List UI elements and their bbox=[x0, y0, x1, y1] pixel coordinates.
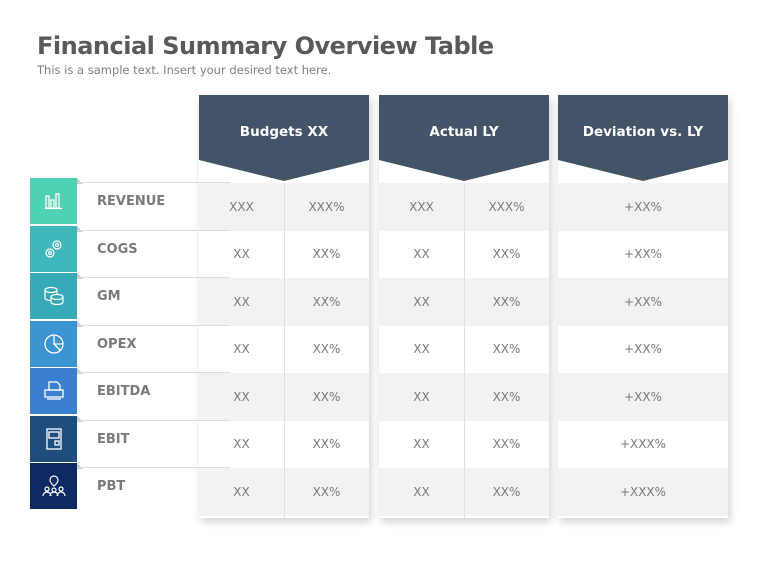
row-label-gm: GM bbox=[30, 273, 230, 320]
gears-icon bbox=[30, 225, 77, 272]
cell-budget-pct: XX% bbox=[284, 373, 369, 421]
fold-corner bbox=[77, 368, 83, 374]
fold-corner bbox=[77, 178, 83, 184]
cell-actual-value: XX bbox=[379, 373, 464, 421]
cell-budget-pct: XX% bbox=[284, 278, 369, 326]
row-separator bbox=[77, 182, 230, 183]
column-deviation: Deviation vs. LY +XX% +XX% +XX% +XX% +XX% +XXX… bbox=[558, 95, 728, 518]
column-actual: Actual LY XXX XXX% XX XX% XX XX% XX XX% XX XX% XX XX… bbox=[379, 95, 549, 518]
column-divider bbox=[464, 183, 465, 518]
row-label-ebit: EBIT bbox=[30, 415, 230, 463]
cell-deviation: +XX% bbox=[624, 247, 662, 262]
row-separator bbox=[77, 467, 230, 468]
fold-corner bbox=[77, 273, 83, 279]
row-label: REVENUE bbox=[97, 194, 166, 209]
cell-actual-value: XX bbox=[413, 437, 430, 452]
cell-actual-pct: XX% bbox=[492, 437, 521, 452]
row-label: PBT bbox=[97, 479, 126, 494]
row-label: EBITDA bbox=[97, 384, 151, 399]
page-title: Financial Summary Overview Table bbox=[37, 32, 494, 60]
cell-actual-pct: XXX% bbox=[464, 183, 549, 231]
coins-icon bbox=[30, 273, 77, 319]
cell-deviation: +XX% bbox=[558, 183, 728, 231]
fold-corner bbox=[77, 463, 83, 469]
cell-deviation: +XX% bbox=[558, 278, 728, 326]
cell-budget-value: XX bbox=[199, 373, 284, 421]
row-separator bbox=[77, 419, 230, 421]
row-label: OPEX bbox=[97, 336, 137, 352]
team-location-icon bbox=[30, 463, 77, 509]
document-icon bbox=[30, 415, 77, 462]
row-label: GM bbox=[97, 289, 121, 304]
row-label: COGS bbox=[97, 241, 138, 257]
cell-actual-value: XX bbox=[413, 247, 430, 262]
cell-budget-value: XX bbox=[199, 468, 284, 516]
cell-actual-pct: XX% bbox=[492, 247, 521, 262]
cell-budget-value: XX bbox=[233, 247, 250, 262]
cell-budget-value: XX bbox=[233, 437, 250, 452]
cell-budget-value: XXX bbox=[199, 183, 284, 231]
cell-actual-pct: XX% bbox=[492, 342, 521, 357]
row-separator bbox=[77, 324, 230, 326]
cell-actual-pct: XX% bbox=[464, 468, 549, 516]
cell-actual-value: XX bbox=[379, 278, 464, 326]
pie-chart-icon bbox=[30, 320, 77, 367]
column-header-label: Deviation vs. LY bbox=[582, 124, 704, 140]
cell-actual-value: XXX bbox=[379, 183, 464, 231]
row-separator bbox=[77, 229, 230, 231]
cell-actual-value: XX bbox=[379, 468, 464, 516]
row-label-pbt: PBT bbox=[30, 463, 230, 510]
cell-deviation: +XX% bbox=[624, 342, 662, 357]
column-header-label: Actual LY bbox=[429, 124, 499, 140]
cell-actual-value: XX bbox=[413, 342, 430, 357]
cell-deviation: +XXX% bbox=[619, 437, 667, 452]
printer-icon bbox=[30, 368, 77, 414]
row-label: EBIT bbox=[97, 431, 130, 447]
fold-corner bbox=[77, 225, 83, 232]
bar-chart-icon bbox=[30, 178, 77, 224]
row-separator bbox=[77, 277, 230, 278]
column-header-label: Budgets XX bbox=[239, 124, 329, 140]
row-separator bbox=[77, 372, 230, 373]
column-divider bbox=[284, 183, 285, 518]
column-header-budgets: Budgets XX bbox=[199, 95, 369, 183]
cell-budget-pct: XX% bbox=[312, 437, 341, 452]
row-label-ebitda: EBITDA bbox=[30, 368, 230, 415]
cell-budget-pct: XX% bbox=[284, 468, 369, 516]
cell-budget-value: XX bbox=[199, 278, 284, 326]
cell-deviation: +XXX% bbox=[558, 468, 728, 516]
cell-actual-pct: XX% bbox=[464, 278, 549, 326]
fold-corner bbox=[77, 415, 83, 422]
column-header-actual: Actual LY bbox=[379, 95, 549, 183]
cell-actual-pct: XX% bbox=[464, 373, 549, 421]
cell-deviation: +XX% bbox=[558, 373, 728, 421]
column-budgets: Budgets XX XXX XXX% XX XX% XX XX% XX XX% XX XX% XX X… bbox=[199, 95, 369, 518]
cell-budget-pct: XX% bbox=[312, 342, 341, 357]
cell-budget-pct: XX% bbox=[312, 247, 341, 262]
column-header-deviation: Deviation vs. LY bbox=[558, 95, 728, 183]
fold-corner bbox=[77, 320, 83, 327]
row-label-revenue: REVENUE bbox=[30, 178, 230, 225]
row-label-opex: OPEX bbox=[30, 320, 230, 368]
page-subtitle: This is a sample text. Insert your desir… bbox=[37, 63, 332, 77]
cell-budget-pct: XXX% bbox=[284, 183, 369, 231]
cell-budget-value: XX bbox=[233, 342, 250, 357]
row-label-cogs: COGS bbox=[30, 225, 230, 273]
